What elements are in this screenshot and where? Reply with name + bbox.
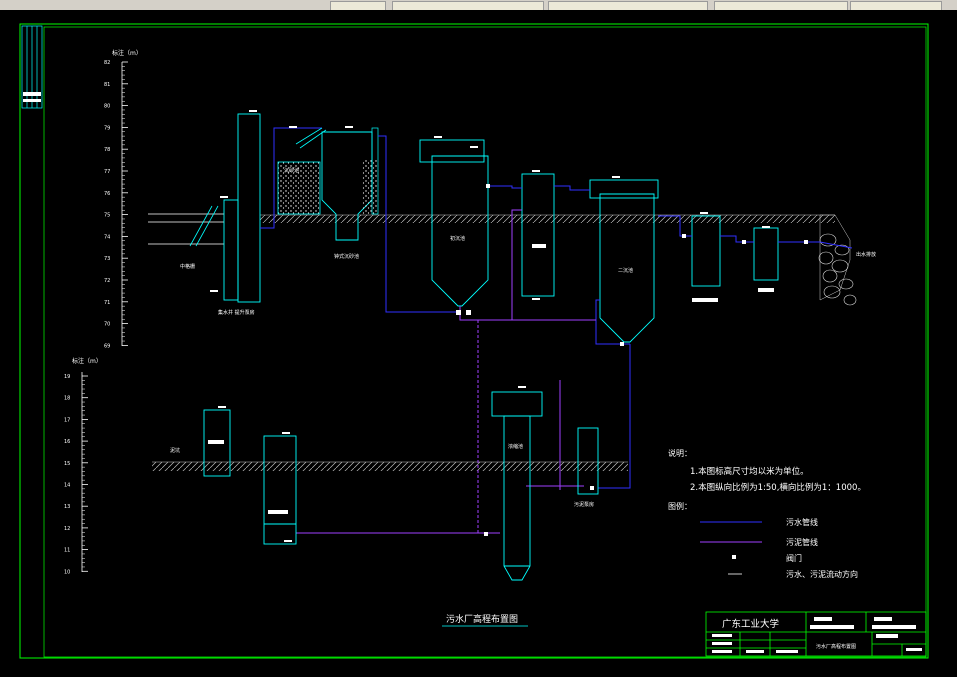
secondary-clarifier <box>589 179 659 343</box>
label-outfall: 出水排放 <box>856 251 876 258</box>
upper-scale-tick-label: 70 <box>104 322 110 328</box>
lower-scale-label: 标注（m） <box>72 357 102 365</box>
label-aeration-grit: 钟式沉砂池 <box>334 253 359 260</box>
disinfection-tanks <box>691 215 779 302</box>
pump-sump <box>223 113 261 303</box>
label-secondary-clarifier: 二沉池 <box>618 267 633 274</box>
title-block-drawing-name: 污水厂高程布置图 <box>816 643 856 650</box>
sludge-pump-house <box>577 427 599 495</box>
side-stamp <box>21 25 43 109</box>
upper-scale-tick-label: 82 <box>104 60 110 66</box>
ground-lower <box>152 461 628 471</box>
notes: 说明： 1.本图标高尺寸均以米为单位。 2.本图纵向比例为1:50,横向比例为1… <box>668 448 866 493</box>
lower-scale-tick-label: 16 <box>64 439 70 445</box>
lower-scale-tick-label: 13 <box>64 504 70 510</box>
upper-scale-tick-label: 75 <box>104 213 110 219</box>
svg-text:2.本图纵向比例为1:50,横向比例为1：1000。: 2.本图纵向比例为1:50,横向比例为1：1000。 <box>690 482 866 493</box>
upper-scale-tick-label: 74 <box>104 234 110 240</box>
svg-text:说明：: 说明： <box>668 448 692 458</box>
title-block-school: 广东工业大学 <box>722 618 779 630</box>
lower-scale-tick-label: 11 <box>64 548 70 554</box>
inlet-channel <box>148 213 224 245</box>
lower-scale-tick-label: 15 <box>64 461 70 467</box>
lower-scale-tick-label: 18 <box>64 396 70 402</box>
outfall-riprap <box>818 233 857 306</box>
svg-text:污水厂高程布置图: 污水厂高程布置图 <box>446 613 518 625</box>
lower-scale-tick-label: 12 <box>64 526 70 532</box>
legend-item-sludge: 污泥管线 <box>786 537 818 547</box>
label-sludge-bed: 泥坑 <box>170 447 180 454</box>
upper-scale-tick-label: 78 <box>104 147 110 153</box>
label-concentrator: 浓缩池 <box>508 443 523 450</box>
label-sludge-pump: 污泥泵房 <box>574 501 594 508</box>
lower-scale-tick-label: 19 <box>64 374 70 380</box>
upper-scale-tick-label: 71 <box>104 300 110 306</box>
upper-scale-tick-label: 80 <box>104 104 110 110</box>
drawing-title: 污水厂高程布置图 <box>442 613 528 627</box>
upper-elevation-scale: 标注（m） 82 81 80 79 78 77 76 75 74 73 72 71 70 69 <box>104 49 142 349</box>
svg-text:1.本图标高尺寸均以米为单位。: 1.本图标高尺寸均以米为单位。 <box>690 466 809 477</box>
label-primary-clarifier: 初沉池 <box>450 235 465 242</box>
label-pump: 集水井 提升泵房 <box>218 309 255 316</box>
upper-scale-tick-label: 76 <box>104 191 110 197</box>
sewage-pipes <box>378 135 853 489</box>
legend-item-sewage: 污水管线 <box>786 517 818 527</box>
middle-tank <box>521 173 555 297</box>
upper-scale-label: 标注（m） <box>112 49 142 57</box>
upper-scale-tick-label: 79 <box>104 125 110 131</box>
upper-scale-tick-label: 81 <box>104 82 110 88</box>
upper-scale-tick-label: 69 <box>104 343 110 349</box>
lower-scale-tick-label: 10 <box>64 569 70 575</box>
upper-scale-tick-label: 73 <box>104 256 110 262</box>
grit-chamber-block <box>277 127 379 241</box>
label-grid-chamber: 中格栅 <box>180 263 195 270</box>
legend: 图例： 污水管线 污泥管线 阀门 污水、污泥流动方向 <box>668 501 858 579</box>
lower-elevation-scale: 标注（m） 19 18 17 16 15 14 13 12 11 10 <box>64 357 102 575</box>
label-settling-1: 沉砂池 <box>284 167 299 174</box>
cad-drawing-canvas[interactable]: 标注（m） 82 81 80 79 78 77 76 75 74 73 72 71 70 69 标注（m）… <box>0 10 957 673</box>
upper-scale-tick-label: 77 <box>104 169 110 175</box>
legend-item-flow: 污水、污泥流动方向 <box>786 569 858 579</box>
lower-scale-tick-label: 17 <box>64 417 70 423</box>
upper-scale-tick-label: 72 <box>104 278 110 284</box>
legend-item-valve: 阀门 <box>786 553 802 563</box>
grid-screen <box>189 205 219 247</box>
sludge-tanks-lower <box>203 409 297 545</box>
svg-text:图例：: 图例： <box>668 501 692 511</box>
lower-scale-tick-label: 14 <box>64 483 70 489</box>
